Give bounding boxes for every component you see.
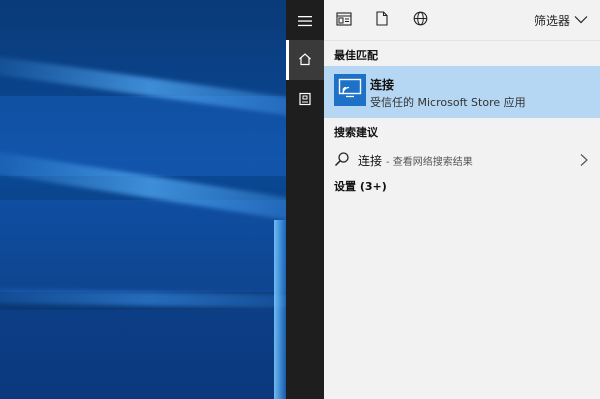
documents-tab[interactable] xyxy=(372,10,392,30)
suggestion-hint: - 查看网络搜索结果 xyxy=(386,157,473,168)
suggestion-query: 连接 xyxy=(358,154,383,168)
best-match-app-name: 连接 xyxy=(370,78,395,92)
filter-label: 筛选器 xyxy=(533,13,570,28)
chevron-down-icon xyxy=(574,13,588,27)
best-match-app-subtitle: 受信任的 Microsoft Store 应用 xyxy=(370,96,526,109)
connect-cast-icon xyxy=(338,78,362,102)
wallpaper-window-frame xyxy=(274,220,286,399)
web-search-suggestion[interactable]: 连接 - 查看网络搜索结果 xyxy=(324,146,600,172)
documents-button[interactable] xyxy=(286,80,324,120)
wallpaper-panel xyxy=(0,310,286,399)
settings-results-heading[interactable]: 设置 (3+) xyxy=(334,178,387,194)
wallpaper-panel xyxy=(0,200,286,292)
best-match-result[interactable]: 连接 受信任的 Microsoft Store 应用 xyxy=(324,66,600,118)
apps-icon xyxy=(336,11,352,30)
chevron-right-icon xyxy=(578,152,590,166)
web-tab[interactable] xyxy=(410,10,430,30)
search-results-panel: 筛选器 最佳匹配 连接 受信任的 Microsoft Store 应用 搜索建议… xyxy=(324,0,600,399)
file-icon xyxy=(376,10,388,30)
search-toolbar: 筛选器 xyxy=(324,0,600,41)
document-icon xyxy=(298,91,312,110)
search-suggestions-heading: 搜索建议 xyxy=(334,126,378,139)
home-button[interactable] xyxy=(286,40,324,80)
search-icon xyxy=(334,151,350,167)
home-icon xyxy=(298,51,312,70)
start-rail xyxy=(286,0,324,399)
connect-app-tile xyxy=(334,74,366,106)
best-match-heading: 最佳匹配 xyxy=(334,49,378,62)
globe-icon xyxy=(413,11,428,30)
hamburger-icon xyxy=(298,12,312,31)
menu-button[interactable] xyxy=(286,2,324,40)
desktop-wallpaper xyxy=(0,0,286,399)
filter-dropdown[interactable]: 筛选器 xyxy=(534,10,588,30)
apps-tab[interactable] xyxy=(334,10,354,30)
